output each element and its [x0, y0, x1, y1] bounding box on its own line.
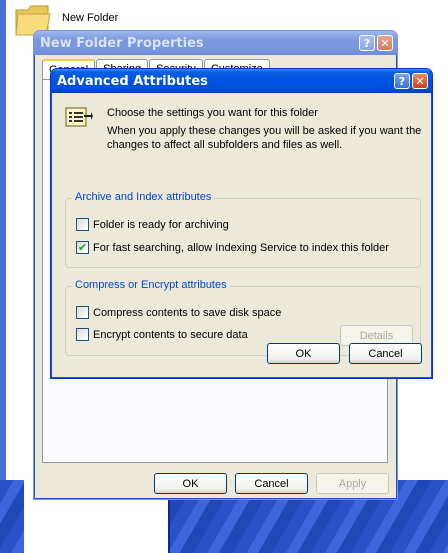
archiving-option[interactable]: Folder is ready for archiving — [76, 218, 229, 231]
properties-button-row: OK Cancel Apply — [154, 473, 389, 494]
help-button[interactable]: ? — [359, 35, 375, 51]
encrypt-label[interactable]: Encrypt contents to secure data — [93, 329, 248, 341]
folder-properties-icon — [65, 107, 93, 127]
compress-label[interactable]: Compress contents to save disk space — [93, 307, 281, 319]
encrypt-option[interactable]: Encrypt contents to secure data — [76, 328, 248, 341]
folder-name-label[interactable]: New Folder — [60, 12, 121, 24]
properties-apply-button[interactable]: Apply — [316, 473, 389, 494]
advanced-attributes-dialog: Advanced Attributes ? ✕ Choose the setti… — [50, 68, 433, 379]
compress-option[interactable]: Compress contents to save disk space — [76, 306, 281, 319]
intro-text: Choose the settings you want for this fo… — [107, 107, 318, 119]
properties-cancel-button[interactable]: Cancel — [235, 473, 308, 494]
close-button[interactable]: ✕ — [412, 73, 428, 89]
properties-title: New Folder Properties — [40, 35, 204, 51]
close-button[interactable]: ✕ — [377, 35, 393, 51]
indexing-label[interactable]: For fast searching, allow Indexing Servi… — [93, 242, 389, 254]
archive-index-group: Archive and Index attributes Folder is r… — [65, 191, 421, 268]
advanced-titlebar[interactable]: Advanced Attributes ? ✕ — [51, 69, 432, 93]
explorer-left-edge — [0, 0, 6, 480]
advanced-cancel-button[interactable]: Cancel — [349, 343, 422, 364]
properties-ok-button[interactable]: OK — [154, 473, 227, 494]
advanced-button-row: OK Cancel — [267, 343, 422, 364]
intro-detail-text: When you apply these changes you will be… — [107, 125, 422, 151]
advanced-title: Advanced Attributes — [57, 73, 208, 89]
archiving-label[interactable]: Folder is ready for archiving — [93, 219, 229, 231]
advanced-ok-button[interactable]: OK — [267, 343, 340, 364]
compress-checkbox[interactable] — [76, 306, 89, 319]
indexing-checkbox[interactable]: ✔ — [76, 241, 89, 254]
help-button[interactable]: ? — [394, 73, 410, 89]
properties-titlebar[interactable]: New Folder Properties ? ✕ — [34, 31, 397, 55]
advanced-dialog-body: Choose the settings you want for this fo… — [51, 93, 432, 378]
compress-group-title: Compress or Encrypt attributes — [72, 279, 230, 291]
archiving-checkbox[interactable] — [76, 218, 89, 231]
properties-titlebar-buttons: ? ✕ — [359, 35, 393, 51]
indexing-option[interactable]: ✔ For fast searching, allow Indexing Ser… — [76, 241, 389, 254]
archive-group-title: Archive and Index attributes — [72, 191, 215, 203]
advanced-titlebar-buttons: ? ✕ — [394, 73, 428, 89]
encrypt-checkbox[interactable] — [76, 328, 89, 341]
